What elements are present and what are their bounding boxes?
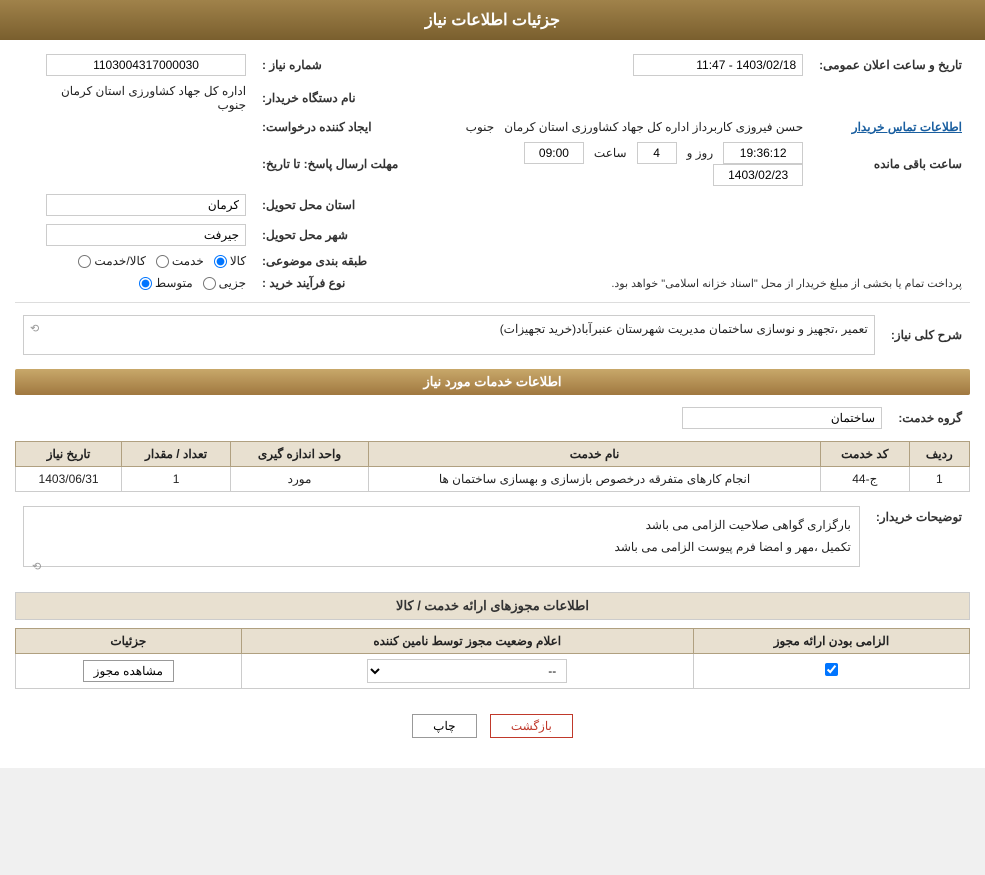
perm-col-status: اعلام وضعیت مجوز توسط نامین کننده	[241, 628, 693, 653]
city-value	[15, 220, 254, 250]
notes-resize[interactable]: ⟲	[32, 558, 41, 578]
creator-link-cell: اطلاعات تماس خریدار	[811, 116, 970, 138]
deadline-date-input[interactable]	[713, 164, 803, 186]
view-permit-button[interactable]: مشاهده مجوز	[83, 660, 174, 682]
perm-col-required: الزامی بودن ارائه مجوز	[693, 628, 969, 653]
radio-kala-khedmat[interactable]	[78, 255, 91, 268]
deadline-time-input[interactable]	[524, 142, 584, 164]
col-unit: واحد اندازه گیری	[230, 442, 368, 467]
page-title: جزئیات اطلاعات نیاز	[425, 12, 560, 29]
purchase-type-partial[interactable]: جزیی	[203, 276, 246, 290]
province-value	[15, 190, 254, 220]
purchase-type-medium[interactable]: متوسط	[139, 276, 193, 290]
creator-label: ایجاد کننده درخواست:	[254, 116, 406, 138]
description-resize[interactable]: ⟲	[30, 322, 39, 335]
main-content: تاریخ و ساعت اعلان عمومی: شماره نیاز : ن…	[0, 40, 985, 768]
col-code: کد خدمت	[821, 442, 910, 467]
info-table: تاریخ و ساعت اعلان عمومی: شماره نیاز : ن…	[15, 50, 970, 294]
category-options: کالا/خدمت خدمت کالا	[15, 250, 254, 272]
service-group-table: گروه خدمت:	[15, 403, 970, 433]
service-group-input[interactable]	[682, 407, 882, 429]
buttons-row: بازگشت چاپ	[15, 704, 970, 758]
perm-required-cell	[693, 653, 969, 688]
announcement-value	[446, 50, 811, 80]
announcement-label: تاریخ و ساعت اعلان عمومی:	[811, 50, 970, 80]
perm-table-row: -- مشاهده مجوز	[16, 653, 970, 688]
purchase-type-options: متوسط جزیی	[15, 272, 254, 294]
buyer-org-region: جنوب	[218, 98, 247, 112]
city-input[interactable]	[46, 224, 246, 246]
radio-medium[interactable]	[139, 277, 152, 290]
creator-region: جنوب	[466, 120, 495, 134]
service-group-value	[15, 403, 890, 433]
service-group-label: گروه خدمت:	[890, 403, 970, 433]
permissions-table: الزامی بودن ارائه مجوز اعلام وضعیت مجوز …	[15, 628, 970, 689]
time-label: ساعت	[594, 146, 627, 160]
row-qty: 1	[122, 467, 231, 492]
deadline-label: مهلت ارسال پاسخ: تا تاریخ:	[254, 138, 406, 190]
divider-1	[15, 302, 970, 303]
perm-status-select[interactable]: --	[367, 659, 567, 683]
perm-col-details: جزئیات	[16, 628, 242, 653]
buyer-notes-content: بارگزاری گواهی صلاحیت الزامی می باشد تکم…	[23, 506, 860, 567]
announcement-input[interactable]	[633, 54, 803, 76]
col-row: ردیف	[909, 442, 969, 467]
back-button[interactable]: بازگشت	[490, 714, 573, 738]
category-option-khedmat[interactable]: خدمت	[156, 254, 204, 268]
buyer-org-text: اداره کل جهاد کشاورزی استان کرمان	[61, 84, 246, 98]
deadline-remaining-label: ساعت باقی مانده	[811, 138, 970, 190]
creator-text: حسن فیروزی کاربرداز اداره کل جهاد کشاورز…	[504, 120, 803, 134]
radio-khedmat[interactable]	[156, 255, 169, 268]
perm-details-cell: مشاهده مجوز	[16, 653, 242, 688]
row-unit: مورد	[230, 467, 368, 492]
province-label: استان محل تحویل:	[254, 190, 406, 220]
radio-partial[interactable]	[203, 277, 216, 290]
services-table: ردیف کد خدمت نام خدمت واحد اندازه گیری ت…	[15, 441, 970, 492]
buyer-org-label: نام دستگاه خریدار:	[254, 80, 406, 116]
category-radio-group: کالا/خدمت خدمت کالا	[78, 254, 246, 268]
permissions-section-title: اطلاعات مجوزهای ارائه خدمت / کالا	[15, 592, 970, 620]
creator-value: حسن فیروزی کاربرداز اداره کل جهاد کشاورز…	[446, 116, 811, 138]
buyer-notes-value: بارگزاری گواهی صلاحیت الزامی می باشد تکم…	[15, 502, 868, 582]
purchase-type-radio-group: متوسط جزیی	[139, 276, 246, 290]
days-label: روز و	[687, 146, 714, 160]
creator-contact-link[interactable]: اطلاعات تماس خریدار	[852, 120, 962, 134]
buyer-org-value: اداره کل جهاد کشاورزی استان کرمان جنوب	[15, 80, 254, 116]
print-button[interactable]: چاپ	[412, 714, 476, 738]
need-number-input[interactable]	[46, 54, 246, 76]
purchase-type-note: پرداخت تمام یا بخشی از مبلغ خریدار از مح…	[446, 272, 970, 294]
services-section-title: اطلاعات خدمات مورد نیاز	[15, 369, 970, 395]
category-label: طبقه بندی موضوعی:	[254, 250, 406, 272]
table-row: 1 ج-44 انجام کارهای متفرقه درخصوص بازساز…	[16, 467, 970, 492]
need-number-value	[15, 50, 254, 80]
need-number-label: شماره نیاز :	[254, 50, 406, 80]
description-label: شرح کلی نیاز:	[883, 311, 970, 359]
page-header: جزئیات اطلاعات نیاز	[0, 0, 985, 40]
row-name: انجام کارهای متفرقه درخصوص بازسازی و بهس…	[369, 467, 821, 492]
row-date: 1403/06/31	[16, 467, 122, 492]
col-name: نام خدمت	[369, 442, 821, 467]
row-num: 1	[909, 467, 969, 492]
col-date: تاریخ نیاز	[16, 442, 122, 467]
description-table: شرح کلی نیاز: تعمیر ،تجهیز و نوسازی ساخت…	[15, 311, 970, 359]
radio-kala[interactable]	[214, 255, 227, 268]
page-wrapper: جزئیات اطلاعات نیاز تاریخ و ساعت اعلان ع…	[0, 0, 985, 768]
row-code: ج-44	[821, 467, 910, 492]
perm-status-cell: --	[241, 653, 693, 688]
category-option-kala[interactable]: کالا	[214, 254, 246, 268]
perm-required-checkbox[interactable]	[825, 663, 838, 676]
province-input[interactable]	[46, 194, 246, 216]
city-label: شهر محل تحویل:	[254, 220, 406, 250]
buyer-notes-table: توضیحات خریدار: بارگزاری گواهی صلاحیت ال…	[15, 502, 970, 582]
description-text: تعمیر ،تجهیز و نوسازی ساختمان مدیریت شهر…	[500, 322, 868, 336]
deadline-days-input[interactable]	[637, 142, 677, 164]
deadline-remaining-value: روز و ساعت	[446, 138, 811, 190]
purchase-type-label: نوع فرآیند خرید :	[254, 272, 406, 294]
deadline-remaining-input[interactable]	[723, 142, 803, 164]
category-option-kala-khedmat[interactable]: کالا/خدمت	[78, 254, 145, 268]
buyer-notes-label: توضیحات خریدار:	[868, 502, 970, 582]
description-value: تعمیر ،تجهیز و نوسازی ساختمان مدیریت شهر…	[15, 311, 883, 359]
col-qty: تعداد / مقدار	[122, 442, 231, 467]
